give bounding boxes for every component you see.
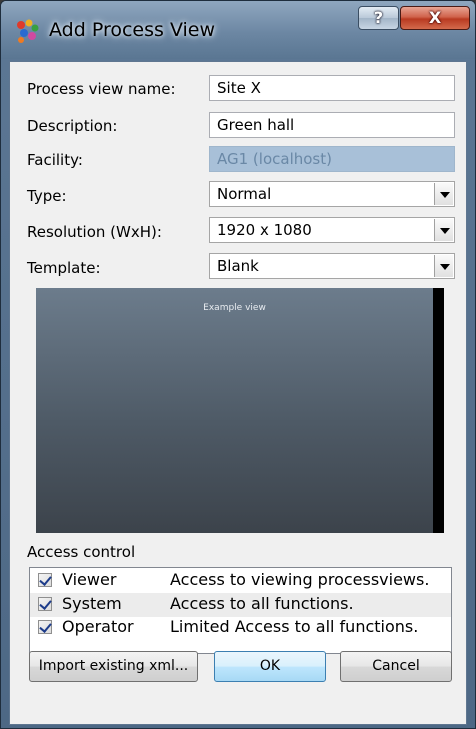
process-view-icon [17,19,39,43]
template-label: Template: [27,259,101,277]
help-button[interactable]: ? [358,6,399,30]
access-row-viewer[interactable]: Viewer Access to viewing processviews. [30,569,451,593]
type-label: Type: [27,187,67,205]
access-role-description: Access to viewing processviews. [170,570,430,589]
access-role-description: Limited Access to all functions. [170,617,419,636]
access-row-operator[interactable]: Operator Limited Access to all functions… [30,616,451,640]
ok-button[interactable]: OK [214,651,326,682]
access-row-system[interactable]: System Access to all functions. [30,593,451,617]
facility-input: AG1 (localhost) [209,146,455,172]
window-title: Add Process View [49,19,216,41]
process-view-name-label: Process view name: [27,80,176,98]
resolution-value: 1920 x 1080 [217,221,312,239]
cancel-button[interactable]: Cancel [340,651,452,682]
type-value: Normal [217,185,272,203]
description-label: Description: [27,117,118,135]
access-control-list: Viewer Access to viewing processviews. S… [29,567,452,654]
chevron-down-icon[interactable] [434,183,453,205]
template-value: Blank [217,257,259,275]
close-button[interactable]: X [400,6,470,30]
description-input[interactable]: Green hall [209,112,455,138]
title-bar[interactable]: Add Process View ? X [1,1,475,59]
resolution-label: Resolution (WxH): [27,223,162,241]
preview-caption: Example view [203,303,266,313]
chevron-down-icon[interactable] [434,255,453,277]
process-view-name-input[interactable]: Site X [209,75,455,101]
chevron-down-icon[interactable] [434,219,453,241]
access-role-description: Access to all functions. [170,594,354,613]
type-dropdown[interactable]: Normal [209,181,455,207]
access-role-name: System [62,594,122,613]
access-role-name: Viewer [62,570,117,589]
template-dropdown[interactable]: Blank [209,253,455,279]
template-preview: Example view [36,288,433,533]
facility-label: Facility: [27,151,83,169]
viewer-checkbox[interactable] [38,573,52,587]
dialog-window: Add Process View ? X Process view name: … [0,0,476,729]
template-preview-frame: Example view [36,288,444,533]
system-checkbox[interactable] [38,597,52,611]
access-control-label: Access control [27,543,136,561]
resolution-dropdown[interactable]: 1920 x 1080 [209,217,455,243]
import-xml-button[interactable]: Import existing xml... [29,651,198,682]
access-role-name: Operator [62,617,134,636]
operator-checkbox[interactable] [38,620,52,634]
